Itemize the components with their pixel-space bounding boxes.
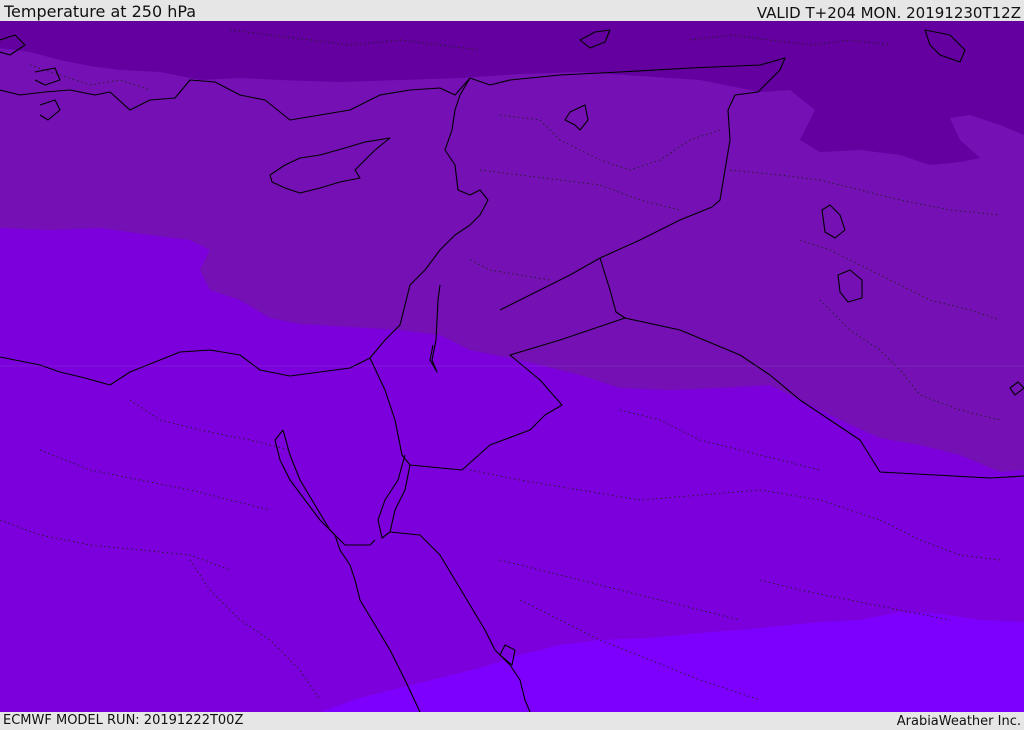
map-header: Temperature at 250 hPa VALID T+204 MON. … [0,0,1024,22]
map-title: Temperature at 250 hPa [4,2,197,21]
temperature-map [0,21,1024,712]
valid-time: VALID T+204 MON. 20191230T12Z [756,4,1021,22]
credit-label: ArabiaWeather Inc. [896,714,1021,729]
map-footer: ECMWF MODEL RUN: 20191222T00Z ArabiaWeat… [0,712,1024,729]
model-run-label: ECMWF MODEL RUN: 20191222T00Z [3,713,244,728]
